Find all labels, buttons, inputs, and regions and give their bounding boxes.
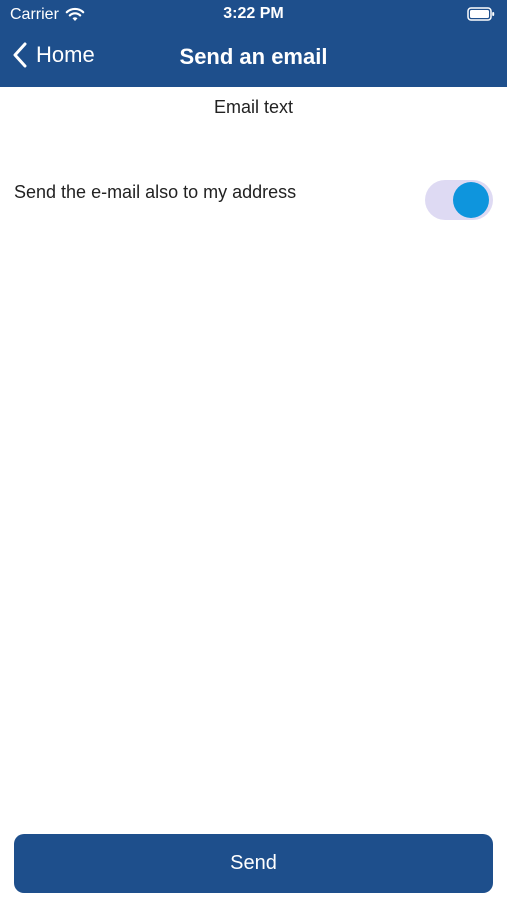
navigation-bar: Home Send an email [0,30,507,87]
copy-to-me-row: Send the e-mail also to my address [14,172,493,228]
page-title: Send an email [179,44,328,69]
status-bar: Carrier 3:22 PM [0,0,507,30]
email-text-label: Email text [213,97,294,117]
battery-icon [467,7,495,21]
status-time: 3:22 PM [223,5,284,22]
copy-to-me-label: Send the e-mail also to my address [14,182,297,202]
send-button[interactable]: Send [14,834,493,893]
copy-to-me-toggle[interactable] [425,180,493,220]
toggle-knob [453,182,489,218]
top-bar: Carrier 3:22 PM Home Send an email [0,0,507,87]
